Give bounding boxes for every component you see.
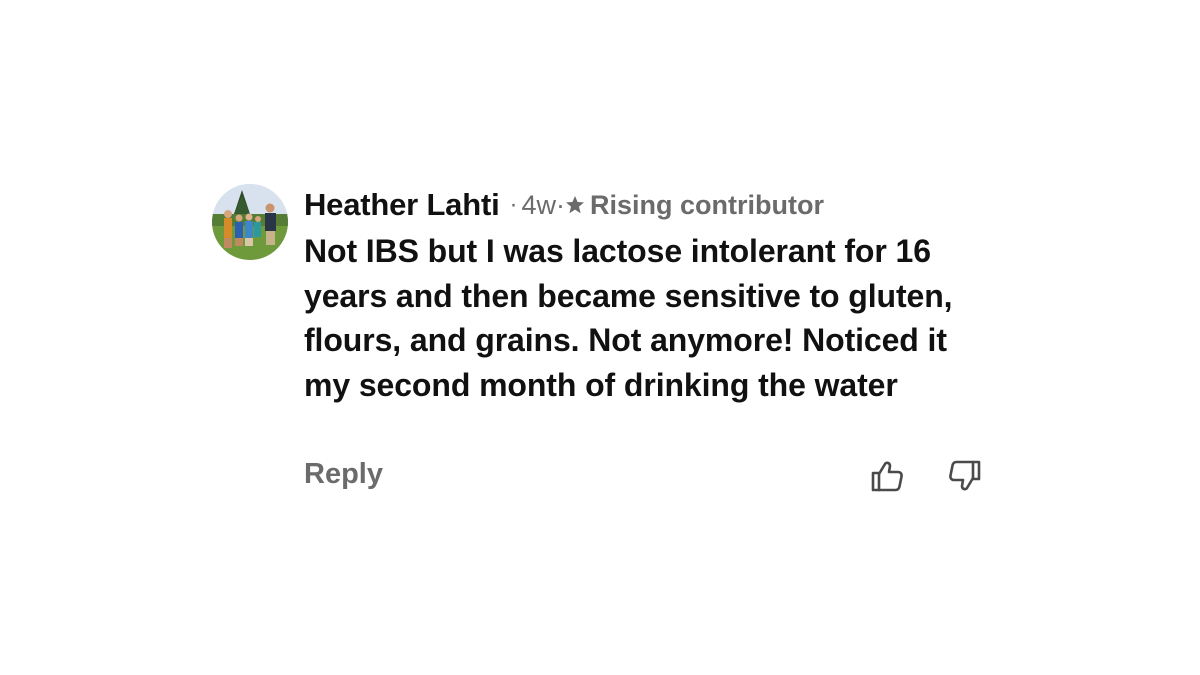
avatar[interactable] xyxy=(212,184,288,260)
comment-text: Not IBS but I was lactose intolerant for… xyxy=(304,233,953,403)
meta-separator: · xyxy=(509,191,518,218)
comment-body: Heather Lahti · 4w· Rising contributor N… xyxy=(304,182,994,407)
star-icon xyxy=(566,196,585,214)
comment-actions: Reply xyxy=(304,454,994,498)
avatar-photo xyxy=(212,184,288,260)
thumbs-down-icon[interactable] xyxy=(947,458,983,494)
comment-meta: Heather Lahti · 4w· Rising contributor xyxy=(304,182,994,228)
comment: Heather Lahti · 4w· Rising contributor N… xyxy=(212,182,1002,502)
author-name[interactable]: Heather Lahti xyxy=(304,187,500,223)
thumbs-up-icon[interactable] xyxy=(869,458,905,494)
timestamp: 4w· xyxy=(521,189,566,220)
contributor-badge: Rising contributor xyxy=(590,189,824,220)
reply-button[interactable]: Reply xyxy=(304,458,383,491)
